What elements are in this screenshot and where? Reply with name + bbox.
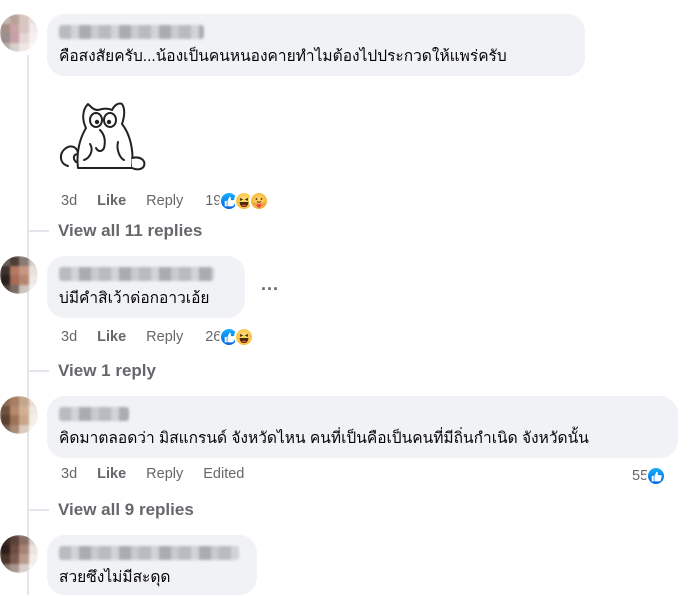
like-button[interactable]: Like: [97, 329, 126, 345]
avatar[interactable]: [0, 535, 38, 573]
author-name[interactable]: [59, 267, 214, 281]
avatar[interactable]: [0, 14, 38, 52]
like-icon: [646, 466, 667, 486]
author-name[interactable]: [59, 546, 239, 560]
comment-text: คิดมาตลอดว่า มิสแกรนด์ จังหวัดไหน คนที่เ…: [59, 430, 589, 447]
avatar[interactable]: [0, 396, 38, 434]
cat-sticker: [60, 102, 146, 171]
timestamp[interactable]: 3d: [61, 329, 77, 345]
thread-line: [27, 230, 49, 232]
comment-text: สวยซึงไม่มีสะดุด: [59, 569, 171, 586]
comment-bubble: สวยซึงไม่มีสะดุด: [47, 535, 257, 595]
comment-actions: 3d Like Reply 19: [61, 191, 270, 211]
reply-button[interactable]: Reply: [146, 329, 183, 345]
view-replies-link[interactable]: View 1 reply: [58, 361, 156, 381]
more-options-button[interactable]: ...: [261, 274, 279, 295]
like-button[interactable]: Like: [97, 193, 126, 209]
haha-icon: [234, 327, 255, 347]
timestamp[interactable]: 3d: [61, 193, 77, 209]
thread-line: [27, 370, 49, 372]
avatar[interactable]: [0, 256, 38, 294]
like-button[interactable]: Like: [97, 466, 126, 482]
view-replies-link[interactable]: View all 9 replies: [58, 500, 194, 520]
comment-bubble: คิดมาตลอดว่า มิสแกรนด์ จังหวัดไหน คนที่เ…: [47, 396, 678, 458]
comment-bubble: บ่มีคำสิเว้าด่อกอาวเอ้ย: [47, 256, 245, 318]
thread-line: [27, 55, 29, 595]
comment-text: บ่มีคำสิเว้าด่อกอาวเอ้ย: [59, 290, 210, 307]
comment-text: คือสงสัยครับ...น้องเป็นคนหนองคายทำไมต้อง…: [59, 48, 507, 65]
comment-bubble: คือสงสัยครับ...น้องเป็นคนหนองคายทำไมต้อง…: [47, 14, 585, 76]
view-replies-link[interactable]: View all 11 replies: [58, 221, 202, 241]
thread-line: [27, 509, 49, 511]
reply-button[interactable]: Reply: [146, 193, 183, 209]
comment-actions: 3d Like Reply 26: [61, 327, 255, 347]
author-name[interactable]: [59, 25, 204, 39]
author-name[interactable]: [59, 407, 129, 421]
timestamp[interactable]: 3d: [61, 466, 77, 482]
care-icon: [249, 191, 270, 211]
reaction-summary[interactable]: 26: [205, 327, 255, 347]
edited-label[interactable]: Edited: [203, 466, 244, 482]
reply-button[interactable]: Reply: [146, 466, 183, 482]
comment-actions: 3d Like Reply Edited: [61, 466, 264, 482]
reaction-summary[interactable]: 19: [205, 191, 270, 211]
reaction-summary[interactable]: 55: [632, 466, 667, 486]
